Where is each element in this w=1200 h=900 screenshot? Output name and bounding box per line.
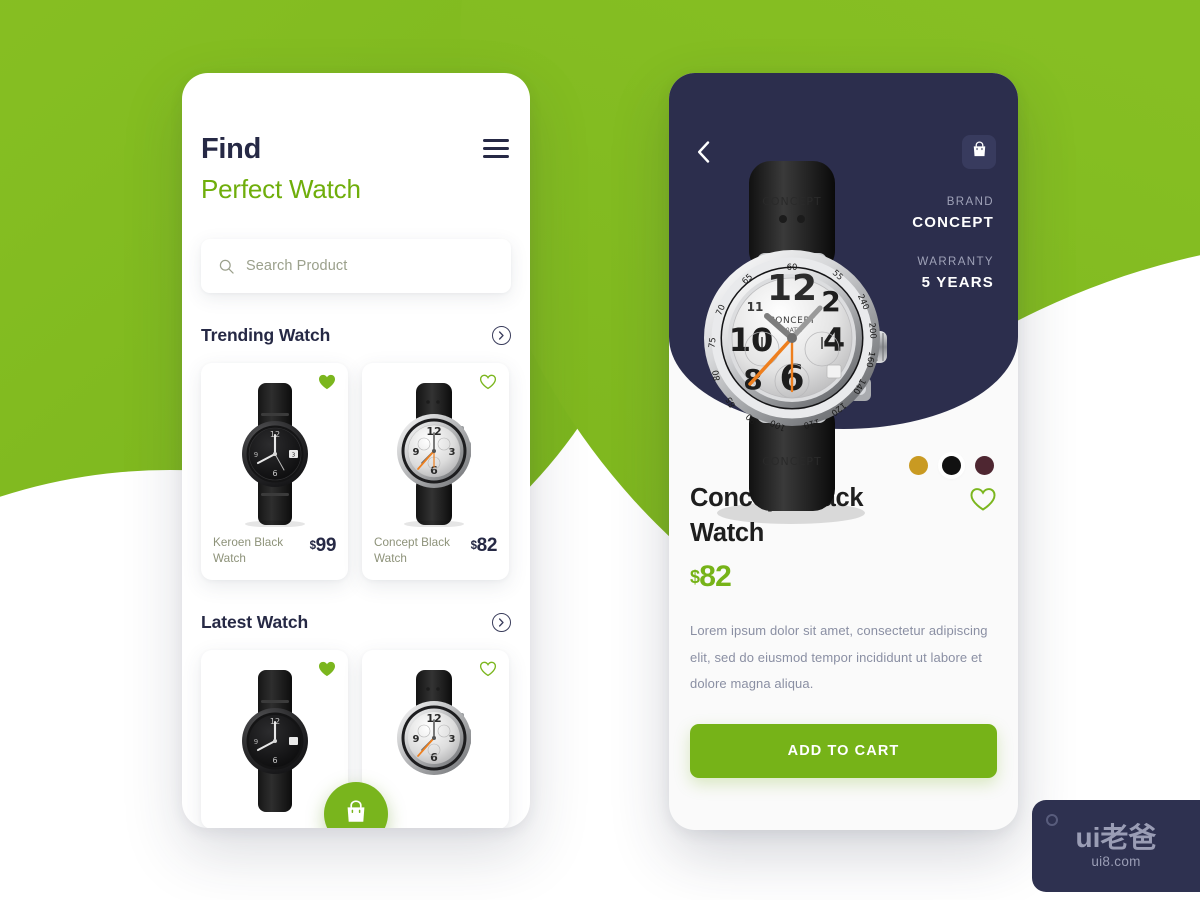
svg-text:80: 80: [711, 369, 723, 381]
phone-screen-listing: Find Perfect Watch Search Product Trendi…: [182, 73, 530, 828]
price-value: 82: [699, 560, 732, 594]
product-image-silver-chronograph-watch: 12 6 9 3: [374, 379, 497, 529]
spec-label-warranty: WARRANTY: [917, 256, 994, 268]
page-title-line1: Find: [201, 133, 262, 165]
svg-text:9: 9: [412, 447, 419, 458]
search-placeholder: Search Product: [246, 258, 348, 274]
watermark-badge: ui老爸 ui8.com: [1032, 800, 1200, 892]
svg-text:12: 12: [767, 268, 817, 309]
color-swatch-group: [909, 456, 994, 475]
shopping-bag-icon: [345, 799, 367, 829]
product-price: $82: [471, 535, 498, 557]
shopping-bag-icon: [972, 141, 987, 163]
spec-value-warranty: 5 YEARS: [921, 274, 994, 291]
screenshot-canvas: Find Perfect Watch Search Product Trendi…: [0, 0, 1200, 900]
svg-text:4: 4: [823, 321, 845, 359]
spec-value-brand: CONCEPT: [912, 214, 994, 231]
svg-text:2: 2: [821, 285, 840, 318]
section-header-trending: Trending Watch: [201, 325, 511, 346]
heart-filled-icon[interactable]: [318, 374, 336, 395]
product-image-silver-chronograph-watch: 12 6 9 3: [374, 666, 497, 816]
svg-text:6: 6: [272, 469, 277, 478]
svg-text:CONCEPT: CONCEPT: [762, 195, 822, 208]
page-title-line2: Perfect Watch: [201, 174, 361, 204]
search-icon: [219, 259, 234, 274]
chevron-left-icon: [697, 141, 709, 163]
section-title: Latest Watch: [201, 611, 309, 632]
hero-toolbar: [669, 73, 1018, 169]
svg-text:9: 9: [253, 738, 257, 746]
product-price: $82: [690, 560, 997, 594]
svg-text:6: 6: [272, 756, 277, 765]
header: Find Perfect Watch: [201, 73, 511, 202]
chevron-right-circle-icon[interactable]: [492, 612, 511, 632]
currency-symbol: $: [690, 567, 700, 588]
chevron-right-circle-icon[interactable]: [492, 326, 511, 345]
product-name: Concept Black Watch: [374, 536, 451, 565]
svg-text:3: 3: [448, 447, 455, 458]
spec-list: BRAND CONCEPT WARRANTY 5 YEARS: [912, 196, 994, 291]
add-to-cart-button[interactable]: ADD TO CART: [690, 723, 997, 778]
product-price: $99: [310, 535, 337, 557]
circle-icon: [1046, 814, 1058, 826]
color-swatch-maroon[interactable]: [975, 456, 994, 475]
heart-outline-icon[interactable]: [969, 487, 997, 517]
price-value: 99: [315, 535, 337, 556]
product-card[interactable]: 12 6 9 3 Keroen Black: [201, 363, 348, 580]
svg-text:3: 3: [448, 734, 455, 745]
color-swatch-black[interactable]: [942, 456, 961, 475]
svg-text:10: 10: [729, 321, 774, 359]
product-image-black-leather-watch: 12 6 9 3: [213, 379, 336, 529]
svg-text:11: 11: [747, 300, 764, 314]
price-value: 82: [476, 535, 498, 556]
hero-section: BRAND CONCEPT WARRANTY 5 YEARS CONCEPT C…: [669, 73, 1018, 524]
product-image-black-leather-watch: 12 6 9: [213, 666, 336, 816]
spec-label-brand: BRAND: [946, 196, 994, 208]
phone-screen-product-detail: BRAND CONCEPT WARRANTY 5 YEARS CONCEPT C…: [669, 73, 1018, 830]
hero-product-image: CONCEPT CONCEPT 60 65 70 75 80 85 90 100…: [681, 153, 911, 553]
section-title: Trending Watch: [201, 325, 331, 345]
product-name: Keroen Black Watch: [213, 536, 284, 565]
section-header-latest: Latest Watch: [201, 612, 511, 633]
product-description: Lorem ipsum dolor sit amet, consectetur …: [690, 623, 988, 692]
svg-text:6: 6: [430, 751, 438, 764]
watermark-main-text: ui老爸: [1075, 821, 1157, 853]
hamburger-icon[interactable]: [483, 139, 509, 158]
cart-button[interactable]: [962, 135, 996, 169]
svg-text:75: 75: [707, 337, 718, 349]
svg-text:CONCEPT: CONCEPT: [762, 455, 822, 468]
watermark-sub-text: ui8.com: [1091, 853, 1141, 869]
back-button[interactable]: [691, 140, 715, 164]
color-swatch-gold[interactable]: [909, 456, 928, 475]
svg-text:3: 3: [291, 453, 295, 459]
svg-text:9: 9: [412, 734, 419, 745]
heart-filled-icon[interactable]: [318, 661, 336, 682]
product-card-row-trending: 12 6 9 3 Keroen Black: [201, 363, 511, 580]
product-meta: Concept Black Watch $82: [374, 535, 497, 567]
svg-text:200: 200: [866, 322, 877, 339]
product-meta: Keroen Black Watch $99: [213, 535, 336, 567]
heart-outline-icon[interactable]: [479, 661, 497, 682]
svg-text:9: 9: [253, 451, 257, 459]
product-card[interactable]: 12 6 9 3: [362, 363, 509, 580]
search-input[interactable]: Search Product: [201, 239, 511, 293]
heart-outline-icon[interactable]: [479, 374, 497, 395]
